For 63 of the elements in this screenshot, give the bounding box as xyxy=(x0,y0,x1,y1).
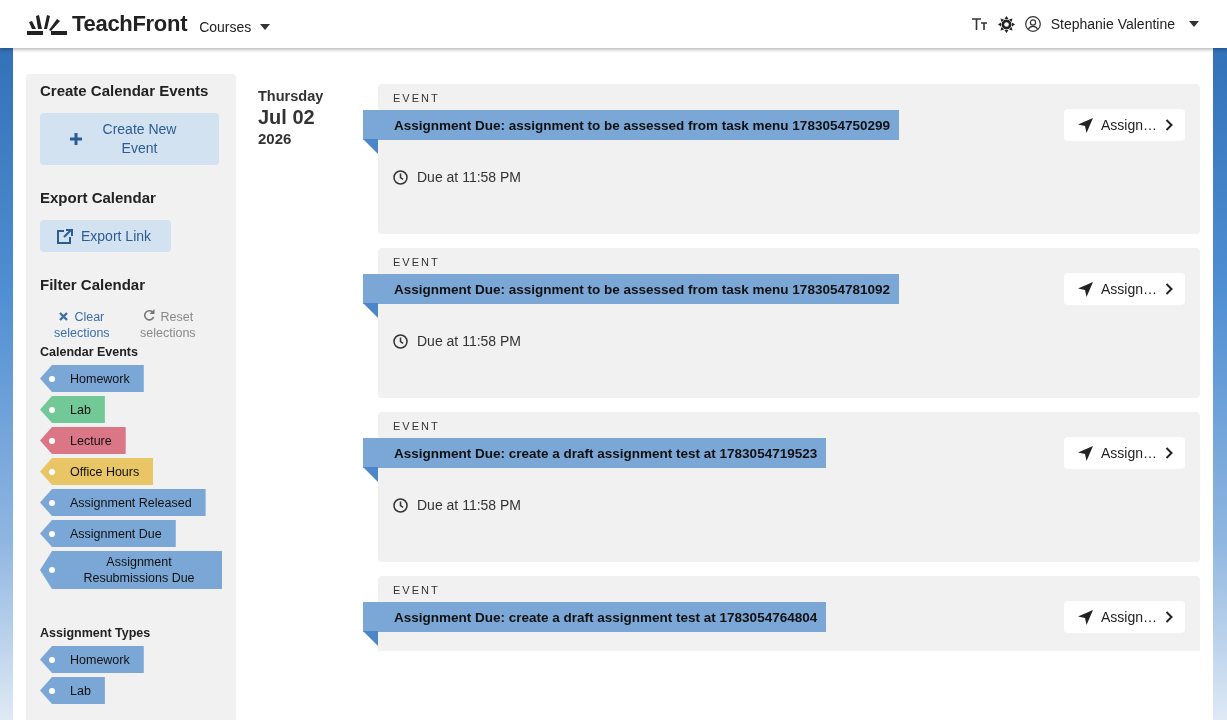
section-heading: Export Calendar xyxy=(40,189,157,206)
event-label: EVENT xyxy=(393,420,441,432)
due-time: Due at 11:58 PM xyxy=(417,169,522,185)
filter-tag[interactable]: Assignment Released xyxy=(40,489,206,516)
fold-icon xyxy=(363,303,378,318)
caret-icon xyxy=(1189,21,1199,27)
navigation-arrow-icon xyxy=(1077,117,1093,133)
navigation-arrow-icon xyxy=(1077,445,1093,461)
chevron-right-icon xyxy=(1165,447,1173,459)
clock-icon xyxy=(393,497,408,513)
user-menu[interactable]: Stephanie Valentine xyxy=(1024,16,1199,32)
sun-icon xyxy=(997,15,1015,33)
event-label: EVENT xyxy=(393,584,441,596)
assignment-button[interactable]: Assign… xyxy=(1063,273,1185,305)
filter-group-heading: Assignment Types xyxy=(40,626,152,640)
navigation-arrow-icon xyxy=(1077,609,1093,625)
section-heading: Filter Calendar xyxy=(40,276,147,293)
text-size-icon xyxy=(970,17,988,31)
user-icon xyxy=(1024,16,1041,32)
section-heading: Create Calendar Events xyxy=(40,82,210,99)
due-time: Due at 11:58 PM xyxy=(417,333,522,349)
assignment-button[interactable]: Assign… xyxy=(1063,601,1185,633)
chevron-right-icon xyxy=(1165,283,1173,295)
fold-icon xyxy=(363,467,378,482)
clock-icon xyxy=(393,169,408,185)
filter-tag[interactable]: Homework xyxy=(40,365,144,392)
event-label: EVENT xyxy=(393,256,441,268)
clear-selections-button[interactable]: Clear selections xyxy=(40,309,124,341)
date-weekday: Thursday xyxy=(258,88,325,104)
create-event-button[interactable]: Create New Event xyxy=(40,113,219,165)
courses-menu[interactable]: Courses xyxy=(199,19,271,35)
close-icon xyxy=(59,312,69,321)
event-title-banner[interactable]: Assignment Due: create a draft assignment test at 1783054719523 xyxy=(363,438,827,468)
navigation-arrow-icon xyxy=(1077,281,1093,297)
fold-icon xyxy=(363,631,378,646)
filter-group-heading: Calendar Events xyxy=(40,345,139,359)
filter-tag[interactable]: Lab xyxy=(40,677,105,704)
clock-icon xyxy=(393,333,408,349)
event-label: EVENT xyxy=(393,92,441,104)
brand-name: TeachFront xyxy=(72,11,188,37)
filter-tag[interactable]: Assignment Due xyxy=(40,520,176,547)
export-link-button[interactable]: Export Link xyxy=(40,220,172,252)
filter-tag[interactable]: Office Hours xyxy=(40,458,154,485)
assignment-button[interactable]: Assign… xyxy=(1063,437,1185,469)
filter-tag[interactable]: Assignment Resubmissions Due xyxy=(40,551,222,589)
filter-tag[interactable]: Lecture xyxy=(40,427,126,454)
external-link-icon xyxy=(57,228,73,244)
redo-icon xyxy=(142,309,155,321)
due-time: Due at 11:58 PM xyxy=(417,497,522,513)
plus-icon xyxy=(70,133,82,145)
fan-logo-icon xyxy=(27,13,67,35)
chevron-right-icon xyxy=(1165,119,1173,131)
date-day: Jul 02 xyxy=(258,104,340,130)
event-title-banner[interactable]: Assignment Due: create a draft assignment test at 1783054764804 xyxy=(363,602,827,632)
event-title-banner[interactable]: Assignment Due: assignment to be assessed from task menu 1783054781092 xyxy=(363,274,899,304)
assignment-button[interactable]: Assign… xyxy=(1063,109,1185,141)
caret-icon xyxy=(260,24,271,30)
chevron-right-icon xyxy=(1165,611,1173,623)
filter-tag[interactable]: Lab xyxy=(40,396,105,423)
fold-icon xyxy=(363,139,378,154)
event-title-banner[interactable]: Assignment Due: assignment to be assessed from task menu 1783054750299 xyxy=(363,110,899,140)
filter-tag[interactable]: Homework xyxy=(40,646,144,673)
date-year: 2026 xyxy=(258,130,293,147)
